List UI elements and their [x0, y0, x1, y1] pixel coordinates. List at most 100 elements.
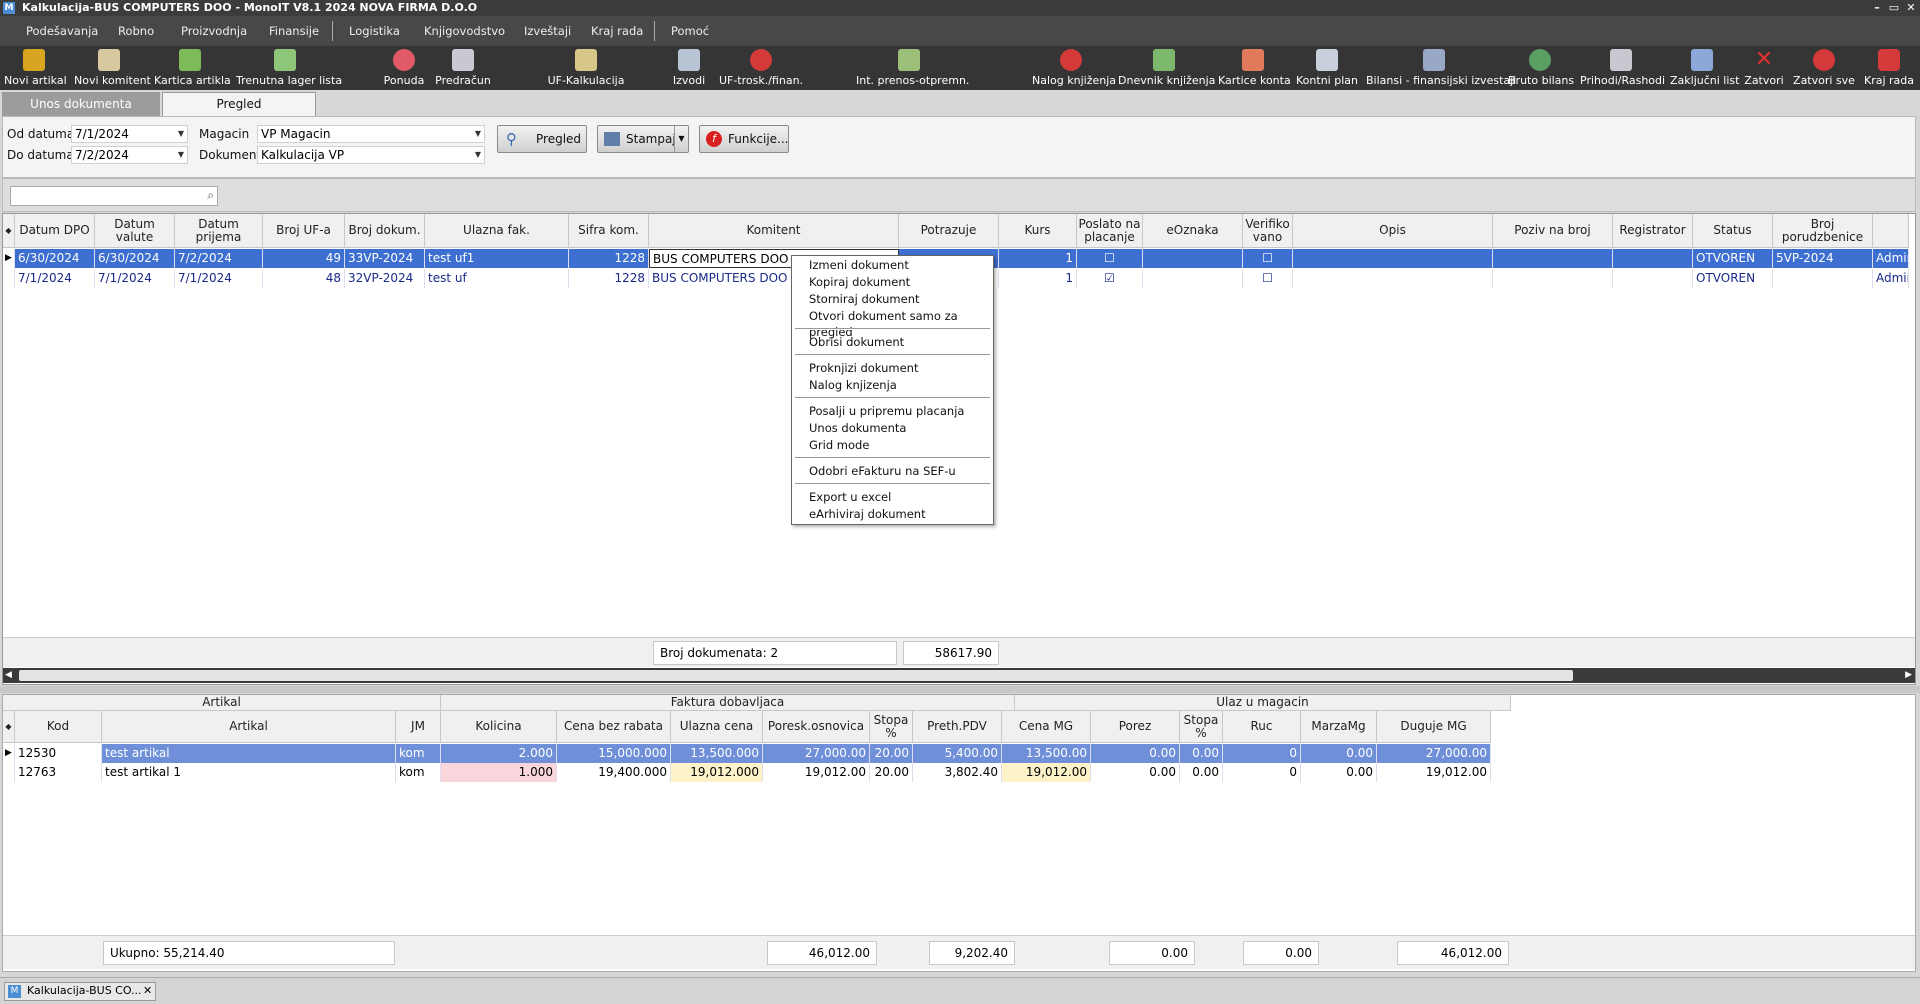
col-ulazna-cena[interactable]: Ulazna cena: [671, 711, 763, 743]
menu-knjigovodstvo[interactable]: Knjigovodstvo: [424, 16, 505, 46]
menu-podesavanja[interactable]: Podešavanja: [26, 16, 98, 46]
col-eoznaka[interactable]: eOznaka: [1143, 214, 1243, 248]
restore-button[interactable]: ▭: [1887, 0, 1901, 16]
splitter[interactable]: [0, 686, 1920, 693]
funkcije-button[interactable]: f Funkcije...: [699, 125, 789, 153]
menu-pomoc[interactable]: Pomoć: [671, 16, 709, 46]
menu-item-otvori-pregled[interactable]: Otvori dokument samo za pregled: [809, 308, 993, 339]
verifikovano-checkbox[interactable]: ☐: [1243, 269, 1293, 288]
menu-robno[interactable]: Robno: [118, 16, 154, 46]
nalog-knjizenja-button[interactable]: Nalog knjiženja: [1032, 46, 1116, 90]
int-prenos-button[interactable]: Int. prenos-otpremn.: [856, 46, 969, 90]
novi-artikal-button[interactable]: Novi artikal: [4, 46, 67, 90]
col-broj-dokum[interactable]: Broj dokum.: [345, 214, 425, 248]
od-datuma-input[interactable]: 7/1/2024 ▼: [71, 125, 188, 143]
menu-item-unos[interactable]: Unos dokumenta: [809, 420, 906, 436]
verifikovano-checkbox[interactable]: ☐: [1243, 249, 1293, 268]
col-datum-dpo[interactable]: Datum DPO: [15, 214, 95, 248]
scroll-right-icon[interactable]: ▶: [1905, 670, 1912, 680]
col-poziv-na-broj[interactable]: Poziv na broj: [1493, 214, 1613, 248]
scrollbar-thumb[interactable]: [19, 670, 1573, 681]
col-registrator[interactable]: Registrator: [1613, 214, 1693, 248]
search-input[interactable]: ⌕: [10, 186, 218, 206]
menu-item-posalji[interactable]: Posalji u pripremu placanja: [809, 403, 964, 419]
zakljucni-list-button[interactable]: Zaključni list: [1670, 46, 1739, 90]
menu-item-export[interactable]: Export u excel: [809, 489, 891, 505]
col-artikal[interactable]: Artikal: [102, 711, 396, 743]
bruto-bilans-button[interactable]: Bruto bilans: [1508, 46, 1574, 90]
close-window-button[interactable]: ✕: [1904, 0, 1918, 16]
izvodi-button[interactable]: Izvodi: [668, 46, 710, 90]
close-icon[interactable]: ✕: [143, 984, 152, 997]
menu-item-storniraj[interactable]: Storniraj dokument: [809, 291, 920, 307]
menu-proizvodnja[interactable]: Proizvodnja: [181, 16, 247, 46]
col-kod[interactable]: Kod: [15, 711, 102, 743]
zatvori-button[interactable]: ✕ Zatvori: [1742, 46, 1786, 90]
minimize-button[interactable]: –: [1870, 0, 1884, 16]
col-poresk-osnovica[interactable]: Poresk.osnovica: [763, 711, 870, 743]
taskbar-item[interactable]: M Kalkulacija-BUS CO... ✕: [4, 982, 156, 1001]
col-verifikovano[interactable]: Verifiko vano: [1243, 214, 1293, 248]
table-row[interactable]: 12763 test artikal 1 kom 1.000 19,400.00…: [3, 763, 1491, 782]
dnevnik-knjizenja-button[interactable]: Dnevnik knjiženja: [1118, 46, 1215, 90]
menu-izvestaji[interactable]: Izveštaji: [524, 16, 571, 46]
col-jm[interactable]: JM: [396, 711, 441, 743]
kartice-konta-button[interactable]: Kartice konta: [1218, 46, 1291, 90]
novi-komitent-button[interactable]: Novi komitent: [74, 46, 151, 90]
col-duguje-mg[interactable]: Duguje MG: [1377, 711, 1491, 743]
col-ruc[interactable]: Ruc: [1223, 711, 1301, 743]
kartica-artikla-button[interactable]: Kartica artikla: [154, 46, 231, 90]
do-datuma-input[interactable]: 7/2/2024 ▼: [71, 146, 188, 164]
col-broj-uf[interactable]: Broj UF-a: [263, 214, 345, 248]
col-status[interactable]: Status: [1693, 214, 1773, 248]
menu-item-nalog[interactable]: Nalog knjizenja: [809, 377, 897, 393]
scroll-left-icon[interactable]: ◀: [5, 670, 12, 680]
predracun-button[interactable]: Predračun: [434, 46, 492, 90]
menu-item-odobri[interactable]: Odobri eFakturu na SEF-u: [809, 463, 956, 479]
kontni-plan-button[interactable]: Kontni plan: [1296, 46, 1358, 90]
tab-pregled[interactable]: Pregled: [162, 92, 316, 116]
menu-item-proknjizi[interactable]: Proknjizi dokument: [809, 360, 918, 376]
col-komitent[interactable]: Komitent: [649, 214, 899, 248]
uf-trosk-button[interactable]: UF-trosk./finan.: [718, 46, 804, 90]
menu-item-obrisi[interactable]: Obrisi dokument: [809, 334, 904, 350]
col-kurs[interactable]: Kurs: [999, 214, 1077, 248]
menu-logistika[interactable]: Logistika: [349, 16, 400, 46]
col-poslato[interactable]: Poslato na placanje: [1077, 214, 1143, 248]
stampaj-button[interactable]: Stampaj ▼: [597, 125, 689, 153]
poslato-checkbox[interactable]: ☑: [1077, 269, 1143, 288]
col-kolicina[interactable]: Kolicina: [441, 711, 557, 743]
col-cena-mg[interactable]: Cena MG: [1002, 711, 1091, 743]
col-porez[interactable]: Porez: [1091, 711, 1180, 743]
col-datum-valute[interactable]: Datum valute: [95, 214, 175, 248]
magacin-select[interactable]: VP Magacin ▼: [257, 125, 485, 143]
col-broj-porudzbenice[interactable]: Broj porudzbenice: [1773, 214, 1873, 248]
kraj-rada-button[interactable]: Kraj rada: [1862, 46, 1916, 90]
col-user[interactable]: [1873, 214, 1909, 248]
col-opis[interactable]: Opis: [1293, 214, 1493, 248]
menu-item-grid-mode[interactable]: Grid mode: [809, 437, 869, 453]
menu-item-izmeni[interactable]: Izmeni dokument: [809, 257, 909, 273]
lager-lista-button[interactable]: Trenutna lager lista: [236, 46, 342, 90]
uf-kalkulacija-button[interactable]: UF-Kalkulacija: [546, 46, 626, 90]
chevron-down-icon[interactable]: ▼: [674, 126, 688, 152]
horizontal-scrollbar[interactable]: ◀ ▶: [3, 668, 1915, 683]
zatvori-sve-button[interactable]: Zatvori sve: [1792, 46, 1856, 90]
pregled-button[interactable]: ⚲ Pregled: [497, 125, 587, 153]
poslato-checkbox[interactable]: ☐: [1077, 249, 1143, 268]
col-stopa-2[interactable]: Stopa %: [1180, 711, 1223, 743]
col-stopa[interactable]: Stopa %: [870, 711, 913, 743]
ponuda-button[interactable]: Ponuda: [382, 46, 426, 90]
col-ulazna-fak[interactable]: Ulazna fak.: [425, 214, 569, 248]
menu-kraj-rada[interactable]: Kraj rada: [591, 16, 643, 46]
col-datum-prijema[interactable]: Datum prijema: [175, 214, 263, 248]
col-marza-mg[interactable]: MarzaMg: [1301, 711, 1377, 743]
table-row[interactable]: ▶ 12530 test artikal kom 2.000 15,000.00…: [3, 744, 1491, 763]
col-potrazuje[interactable]: Potrazuje: [899, 214, 999, 248]
menu-item-kopiraj[interactable]: Kopiraj dokument: [809, 274, 910, 290]
col-cena-bez-rabata[interactable]: Cena bez rabata: [557, 711, 671, 743]
prihodi-rashodi-button[interactable]: Prihodi/Rashodi: [1580, 46, 1665, 90]
tab-unos-dokumenta[interactable]: Unos dokumenta: [2, 92, 160, 116]
dokument-select[interactable]: Kalkulacija VP ▼: [257, 146, 485, 164]
col-preth-pdv[interactable]: Preth.PDV: [913, 711, 1002, 743]
